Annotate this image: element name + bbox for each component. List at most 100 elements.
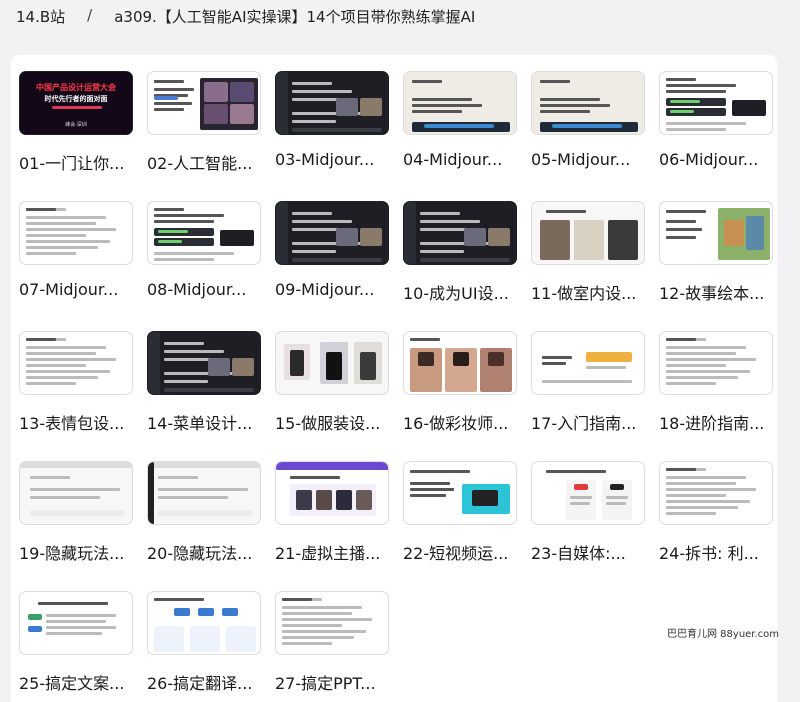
thumbnail-block: [574, 484, 588, 490]
file-item[interactable]: 18-进阶指南...: [659, 331, 777, 441]
file-thumbnail[interactable]: [531, 71, 645, 135]
file-name[interactable]: 05-Midjour...: [531, 150, 655, 169]
file-thumbnail[interactable]: [659, 71, 773, 135]
file-thumbnail[interactable]: [531, 331, 645, 395]
file-item[interactable]: 14-菜单设计...: [147, 331, 265, 441]
thumbnail-block: [724, 220, 744, 246]
file-name[interactable]: 22-短视频运...: [403, 540, 527, 564]
file-thumbnail[interactable]: [19, 201, 133, 265]
file-item[interactable]: 02-人工智能...: [147, 71, 265, 181]
file-name[interactable]: 02-人工智能...: [147, 150, 271, 174]
file-thumbnail[interactable]: [659, 331, 773, 395]
file-name[interactable]: 24-拆书: 利...: [659, 540, 783, 564]
file-name[interactable]: 20-隐藏玩法...: [147, 540, 271, 564]
file-item[interactable]: 23-自媒体:...: [531, 461, 649, 571]
file-item[interactable]: 05-Midjour...: [531, 71, 649, 181]
thumbnail-line: [606, 496, 628, 499]
thumbnail-line: [26, 338, 56, 341]
file-item[interactable]: 04-Midjour...: [403, 71, 521, 181]
thumbnail-line: [26, 382, 76, 385]
file-item[interactable]: 11-做室内设...: [531, 201, 649, 311]
file-thumbnail[interactable]: [403, 461, 517, 525]
thumbnail-line: [540, 110, 590, 113]
thumbnail-line: [292, 212, 332, 215]
file-name[interactable]: 09-Midjour...: [275, 280, 399, 299]
file-thumbnail[interactable]: [531, 461, 645, 525]
file-item[interactable]: 19-隐藏玩法...: [19, 461, 137, 571]
breadcrumb-separator: /: [87, 6, 93, 24]
file-name[interactable]: 12-故事绘本...: [659, 280, 783, 304]
file-name[interactable]: 21-虚拟主播...: [275, 540, 399, 564]
file-name[interactable]: 13-表情包设...: [19, 410, 143, 434]
file-thumbnail[interactable]: [19, 591, 133, 655]
file-thumbnail[interactable]: [19, 461, 133, 525]
file-name[interactable]: 14-菜单设计...: [147, 410, 271, 434]
file-item[interactable]: 10-成为UI设...: [403, 201, 521, 311]
file-thumbnail[interactable]: [147, 201, 261, 265]
file-item[interactable]: 27-搞定PPT...: [275, 591, 393, 701]
file-thumbnail[interactable]: [275, 591, 389, 655]
file-item[interactable]: 12-故事绘本...: [659, 201, 777, 311]
file-thumbnail[interactable]: [19, 331, 133, 395]
thumbnail-block: [540, 220, 570, 260]
file-name[interactable]: 10-成为UI设...: [403, 280, 527, 304]
file-name[interactable]: 23-自媒体:...: [531, 540, 655, 564]
file-thumbnail[interactable]: [275, 71, 389, 135]
file-thumbnail[interactable]: [275, 331, 389, 395]
file-item[interactable]: 中国产品设计运营大会 时代先行者的面对面 峰会·深圳 01-一门让你...: [19, 71, 137, 181]
file-thumbnail[interactable]: [531, 201, 645, 265]
file-item[interactable]: 08-Midjour...: [147, 201, 265, 311]
file-thumbnail[interactable]: [275, 461, 389, 525]
file-name[interactable]: 04-Midjour...: [403, 150, 527, 169]
thumbnail-block: [204, 104, 228, 124]
watermark: 巴巴育儿网 88yuer.com: [667, 629, 780, 640]
file-thumbnail[interactable]: [403, 201, 517, 265]
file-name[interactable]: 27-搞定PPT...: [275, 670, 399, 694]
file-item[interactable]: 26-搞定翻译...: [147, 591, 265, 701]
file-item[interactable]: 21-虚拟主播...: [275, 461, 393, 571]
breadcrumb-root[interactable]: 14.B站: [16, 6, 65, 38]
file-item[interactable]: 09-Midjour...: [275, 201, 393, 311]
file-thumbnail[interactable]: [147, 461, 261, 525]
file-item[interactable]: 16-做彩妆师...: [403, 331, 521, 441]
file-name[interactable]: 19-隐藏玩法...: [19, 540, 143, 564]
thumbnail-line: [570, 502, 590, 505]
file-item[interactable]: 06-Midjour...: [659, 71, 777, 181]
file-name[interactable]: 26-搞定翻译...: [147, 670, 271, 694]
file-name[interactable]: 01-一门让你...: [19, 150, 143, 174]
file-thumbnail[interactable]: [659, 201, 773, 265]
file-thumbnail[interactable]: [147, 71, 261, 135]
file-item[interactable]: 22-短视频运...: [403, 461, 521, 571]
file-item[interactable]: 03-Midjour...: [275, 71, 393, 181]
file-thumbnail[interactable]: [403, 331, 517, 395]
file-name[interactable]: 11-做室内设...: [531, 280, 655, 304]
file-thumbnail[interactable]: 中国产品设计运营大会 时代先行者的面对面 峰会·深圳: [19, 71, 133, 135]
file-thumbnail[interactable]: [147, 331, 261, 395]
file-item[interactable]: 17-入门指南...: [531, 331, 649, 441]
thumbnail-line: [46, 632, 102, 635]
thumbnail-line: [666, 382, 716, 385]
file-item[interactable]: 07-Midjour...: [19, 201, 137, 311]
thumbnail-block: [356, 490, 372, 510]
file-name[interactable]: 08-Midjour...: [147, 280, 271, 299]
file-name[interactable]: 15-做服装设...: [275, 410, 399, 434]
file-name[interactable]: 17-入门指南...: [531, 410, 655, 434]
file-name[interactable]: 03-Midjour...: [275, 150, 399, 169]
thumbnail-line: [26, 370, 110, 373]
file-name[interactable]: 18-进阶指南...: [659, 410, 783, 434]
thumbnail-block: [290, 350, 304, 376]
file-name[interactable]: 06-Midjour...: [659, 150, 783, 169]
file-thumbnail[interactable]: [275, 201, 389, 265]
file-name[interactable]: 25-搞定文案...: [19, 670, 143, 694]
file-item[interactable]: 24-拆书: 利...: [659, 461, 777, 571]
thumbnail-line: [292, 90, 352, 93]
file-thumbnail[interactable]: [147, 591, 261, 655]
file-thumbnail[interactable]: [659, 461, 773, 525]
file-name[interactable]: 16-做彩妆师...: [403, 410, 527, 434]
file-item[interactable]: 25-搞定文案...: [19, 591, 137, 701]
file-name[interactable]: 07-Midjour...: [19, 280, 143, 299]
file-item[interactable]: 13-表情包设...: [19, 331, 137, 441]
file-thumbnail[interactable]: [403, 71, 517, 135]
file-item[interactable]: 15-做服装设...: [275, 331, 393, 441]
file-item[interactable]: 20-隐藏玩法...: [147, 461, 265, 571]
